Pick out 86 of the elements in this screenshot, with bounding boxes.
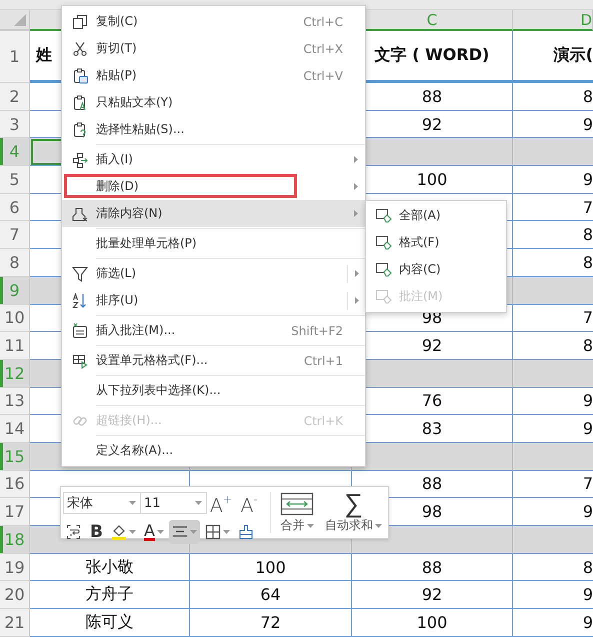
menu-item[interactable]: 格式(F) <box>366 229 506 256</box>
table-cell: 9 <box>513 166 593 194</box>
shortcut-text: Shift+F2 <box>291 324 344 338</box>
align-button[interactable] <box>168 520 200 544</box>
clipboard-icon <box>72 94 88 110</box>
triangle-icon <box>14 14 26 26</box>
row-header[interactable]: 1 <box>0 31 30 83</box>
clipboard-icon <box>72 68 88 84</box>
eraser-icon <box>375 288 392 304</box>
table-cell: 陈可义 <box>30 609 190 637</box>
eraser-icon <box>72 206 88 222</box>
submenu-arrow-icon <box>354 210 358 217</box>
table-cell: 7 <box>513 304 593 332</box>
table-cell: 92 <box>352 581 513 610</box>
row-header[interactable]: 17 <box>0 498 30 526</box>
caret-icon <box>129 501 136 505</box>
bold-button[interactable]: B <box>87 520 106 544</box>
copy-icon <box>72 14 88 30</box>
shortcut-text: Ctrl+1 <box>304 354 344 368</box>
shortcut-text: Ctrl+C <box>303 14 344 28</box>
table-cell: 88 <box>352 554 513 582</box>
row-header[interactable]: 16 <box>0 470 30 498</box>
table-cell: 9 <box>513 388 593 416</box>
size-select[interactable]: 11 <box>141 492 207 514</box>
menu-item[interactable]: 清除内容(N) <box>62 200 365 227</box>
table-cell: 7 <box>513 194 593 222</box>
table-cell: 100 <box>352 609 513 637</box>
caret-icon <box>156 530 164 534</box>
menu-item[interactable]: 批量处理单元格(P) <box>62 230 365 257</box>
table-cell: 9 <box>513 581 593 610</box>
caret-icon <box>128 530 136 534</box>
menu-item[interactable]: 筛选(L) <box>62 260 365 287</box>
row-header[interactable]: 13 <box>0 388 30 416</box>
menu-item[interactable]: 内容(C) <box>366 256 506 283</box>
wrap-icon <box>66 524 82 540</box>
font-color-button[interactable]: A <box>140 520 167 544</box>
submenu-arrow-icon <box>354 156 358 163</box>
caret-icon <box>222 530 230 534</box>
table-cell: 方舟子 <box>30 581 190 610</box>
shortcut-text: Ctrl+X <box>303 42 344 56</box>
boxes-arrow-icon <box>72 152 88 168</box>
row-header[interactable]: 14 <box>0 415 30 443</box>
submenu-arrow-icon <box>354 270 358 277</box>
eraser-icon <box>375 262 392 278</box>
caret-icon <box>190 530 197 534</box>
row-header[interactable]: 7 <box>0 221 30 250</box>
row-header[interactable]: 21 <box>0 609 30 637</box>
shortcut-text: Ctrl+V <box>303 68 344 82</box>
shortcut-text: Ctrl+K <box>304 414 344 428</box>
menu-item[interactable]: 全部(A) <box>366 202 506 229</box>
sort-icon <box>72 292 88 308</box>
cell-format-icon <box>72 352 88 368</box>
caret-icon <box>195 501 202 505</box>
funnel-icon <box>72 266 88 282</box>
note-icon <box>72 322 88 338</box>
table-cell: 72 <box>190 609 352 637</box>
table-cell: 8 <box>513 554 593 582</box>
table-cell: 64 <box>190 581 352 610</box>
row-header[interactable]: 5 <box>0 166 30 194</box>
font-select[interactable]: 宋体 <box>63 492 141 514</box>
table-cell: 8 <box>513 83 593 111</box>
table-cell: 100 <box>190 554 352 582</box>
grow-font-button[interactable]: A$^{+}$ <box>207 489 235 517</box>
clipboard-icon <box>72 122 88 138</box>
eraser-icon <box>375 234 392 250</box>
row-header[interactable]: 6 <box>0 194 30 222</box>
row-header[interactable]: 11 <box>0 332 30 360</box>
row-header[interactable]: 19 <box>0 554 30 582</box>
table-cell: 7 <box>513 470 593 498</box>
row-header[interactable]: 8 <box>0 249 30 277</box>
row-header[interactable]: 20 <box>0 581 30 610</box>
table-cell: 8 <box>513 221 593 250</box>
row-header[interactable]: 10 <box>0 304 30 332</box>
grid-icon <box>204 524 221 540</box>
merge-cells-icon <box>279 492 315 516</box>
eraser-icon <box>375 208 392 224</box>
scissors-icon <box>72 40 88 56</box>
submenu-arrow-icon <box>354 183 358 190</box>
table-cell: 演示( <box>513 31 593 83</box>
table-cell: 9 <box>513 609 593 637</box>
row-header[interactable]: 3 <box>0 110 30 138</box>
row-header[interactable]: 2 <box>0 83 30 111</box>
submenu-arrow-icon <box>354 297 358 304</box>
shrink-font-button[interactable]: A$^{-}$ <box>235 489 263 517</box>
table-cell: 张小敬 <box>30 554 190 582</box>
merge-button[interactable]: 合并 <box>275 489 319 536</box>
